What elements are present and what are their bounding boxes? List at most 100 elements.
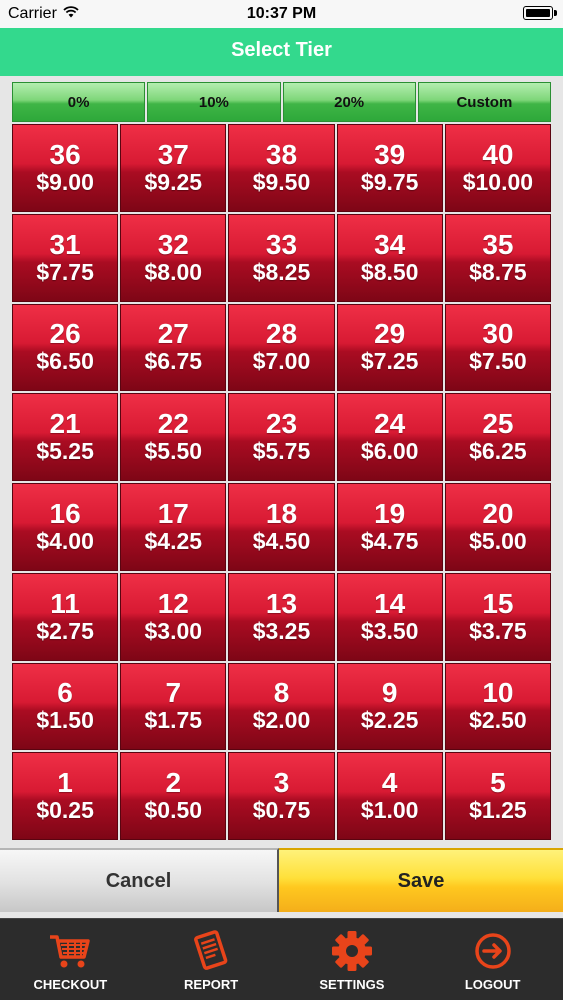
tier-number: 3 [273,767,290,799]
tier-number: 31 [49,228,81,260]
tier-button[interactable]: 18 $4.50 [228,483,335,571]
tier-price: $1.75 [144,707,203,734]
percent-option-custom[interactable]: Custom [417,82,551,122]
tier-button[interactable]: 10 $2.50 [444,662,551,751]
tier-button[interactable]: 11 $2.75 [12,572,119,661]
tier-button[interactable]: 15 $3.75 [444,572,551,661]
tier-price: $5.25 [36,438,94,465]
tier-number: 23 [265,408,298,440]
tier-number: 26 [49,318,81,350]
tier-price: $9.00 [36,168,94,195]
battery-icon [523,6,557,20]
tier-price: $5.75 [252,438,311,465]
gear-icon [328,929,376,973]
tier-button[interactable]: 8 $2.00 [228,662,335,751]
tier-button[interactable]: 23 $5.75 [228,393,335,481]
tier-price: $4.50 [252,527,311,554]
tier-button[interactable]: 32 $8.00 [120,213,227,302]
tier-price: $3.75 [469,617,527,644]
tier-price: $4.75 [360,527,419,554]
status-time: 10:37 PM [246,5,317,22]
tier-button[interactable]: 35 $8.75 [444,213,551,302]
tier-number: 22 [157,408,189,440]
tier-button[interactable]: 6 $1.50 [12,662,119,751]
tier-button[interactable]: 31 $7.75 [12,213,119,302]
tab-report[interactable]: REPORT [141,919,282,1000]
tier-number: 36 [49,138,81,170]
tier-button[interactable]: 39 $9.75 [336,124,443,212]
tier-number: 25 [482,408,514,440]
tab-logout-label: LOGOUT [464,977,521,992]
tier-number: 19 [374,497,406,529]
tier-number: 12 [157,587,189,619]
tier-button[interactable]: 5 $1.25 [444,752,551,840]
tier-button[interactable]: 12 $3.00 [120,572,227,661]
tier-button[interactable]: 33 $8.25 [228,213,335,302]
tier-price: $8.25 [252,258,311,285]
tab-settings[interactable]: SETTINGS [282,919,423,1000]
tier-number: 27 [157,318,189,350]
percent-option-10[interactable]: 10% [147,82,281,122]
tier-button[interactable]: 20 $5.00 [444,483,551,571]
tier-button[interactable]: 38 $9.50 [228,124,335,212]
tier-button[interactable]: 37 $9.25 [120,124,227,212]
page-title: Select Tier [0,28,563,76]
tier-button[interactable]: 36 $9.00 [12,124,119,212]
save-button[interactable]: Save [279,848,563,912]
tier-button[interactable]: 28 $7.00 [228,303,335,392]
tier-button[interactable]: 4 $1.00 [336,752,443,840]
tier-button[interactable]: 26 $6.50 [12,303,119,392]
tier-price: $0.25 [36,797,94,824]
tier-number: 29 [374,318,406,350]
percent-option-20[interactable]: 20% [282,82,416,122]
status-bar: Carrier 10:37 PM [0,0,563,28]
cancel-button[interactable]: Cancel [0,848,279,912]
tier-price: $6.50 [36,348,94,375]
tier-button[interactable]: 21 $5.25 [12,393,119,481]
tier-number: 4 [381,767,398,799]
tier-price: $4.00 [36,527,94,554]
tier-price: $9.25 [144,168,203,195]
tab-logout[interactable]: LOGOUT [422,919,563,1000]
tier-button[interactable]: 34 $8.50 [336,213,443,302]
tier-button[interactable]: 14 $3.50 [336,572,443,661]
tier-button[interactable]: 29 $7.25 [336,303,443,392]
report-icon [187,929,235,973]
percent-options: 0% 10% 20% Custom [12,82,551,122]
tier-button[interactable]: 24 $6.00 [336,393,443,481]
tier-button[interactable]: 40 $10.00 [444,124,551,212]
tier-price: $0.50 [144,797,203,824]
tier-button[interactable]: 3 $0.75 [228,752,335,840]
tier-price: $5.50 [144,438,203,465]
tier-button[interactable]: 25 $6.25 [444,393,551,481]
tier-grid: 36 $9.00 37 $9.25 38 $9.50 39 $9.75 40 $10.00 31 $7… [12,124,551,840]
tier-button[interactable]: 16 $4.00 [12,483,119,571]
tier-button[interactable]: 17 $4.25 [120,483,227,571]
tier-price: $8.00 [144,258,203,285]
tier-number: 2 [165,767,182,799]
tier-price: $0.75 [252,797,311,824]
tier-button[interactable]: 7 $1.75 [120,662,227,751]
tier-number: 1 [57,767,73,799]
tier-number: 10 [482,677,514,709]
percent-option-0[interactable]: 0% [12,82,146,122]
tier-number: 8 [273,677,290,709]
tier-price: $6.00 [360,438,419,465]
tier-button[interactable]: 13 $3.25 [228,572,335,661]
tier-price: $7.25 [360,348,419,375]
tier-number: 30 [482,318,514,350]
tier-button[interactable]: 2 $0.50 [120,752,227,840]
tier-button[interactable]: 30 $7.50 [444,303,551,392]
tier-price: $1.25 [469,797,527,824]
tier-button[interactable]: 9 $2.25 [336,662,443,751]
tier-price: $8.75 [469,258,527,285]
tier-number: 21 [49,408,81,440]
tier-number: 5 [490,767,506,799]
tier-button[interactable]: 22 $5.50 [120,393,227,481]
tier-button[interactable]: 19 $4.75 [336,483,443,571]
tier-button[interactable]: 1 $0.25 [12,752,119,840]
tier-price: $7.00 [252,348,311,375]
tier-price: $2.75 [36,617,94,644]
tab-checkout[interactable]: CHECKOUT [0,919,141,1000]
tier-button[interactable]: 27 $6.75 [120,303,227,392]
